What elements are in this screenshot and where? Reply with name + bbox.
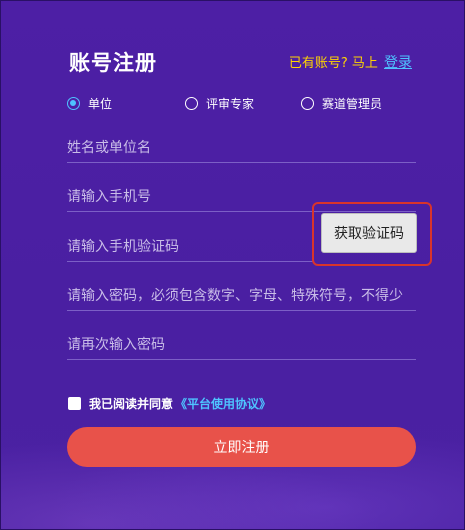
get-code-button[interactable]: 获取验证码: [321, 213, 417, 253]
login-hint-text: 已有账号? 马上: [288, 56, 378, 71]
agreement-link[interactable]: 《平台使用协议》: [175, 395, 271, 412]
password-input[interactable]: [67, 275, 416, 310]
confirm-password-input[interactable]: [67, 324, 416, 359]
name-field-wrapper: [67, 127, 416, 163]
role-radio-label: 单位: [88, 97, 113, 111]
radio-unchecked-icon: [301, 97, 314, 110]
agreement-checkbox[interactable]: [68, 397, 81, 410]
sms-code-input[interactable]: [67, 226, 313, 261]
register-panel: 账号注册 已有账号? 马上 登录 单位 评审专家 赛道管理员 获取验证码: [0, 0, 465, 530]
role-radio-unit[interactable]: 单位: [67, 95, 185, 112]
agreement-text: 我已阅读并同意: [89, 397, 174, 411]
login-hint: 已有账号? 马上 登录: [289, 52, 412, 72]
role-radio-label: 赛道管理员: [322, 97, 383, 111]
name-input[interactable]: [67, 127, 416, 162]
role-radio-label: 评审专家: [206, 97, 255, 111]
role-radio-expert[interactable]: 评审专家: [185, 95, 301, 112]
radio-checked-icon: [67, 97, 80, 110]
login-link[interactable]: 登录: [384, 55, 412, 71]
register-submit-button[interactable]: 立即注册: [67, 427, 416, 467]
role-radio-track-admin[interactable]: 赛道管理员: [301, 95, 382, 112]
role-radio-group: 单位 评审专家 赛道管理员: [67, 95, 414, 112]
agreement-row: 我已阅读并同意 《平台使用协议》: [68, 395, 271, 412]
page-title: 账号注册: [69, 51, 157, 75]
sms-code-field-wrapper: [67, 226, 313, 262]
password-field-wrapper: [67, 275, 416, 311]
confirm-password-field-wrapper: [67, 324, 416, 360]
radio-unchecked-icon: [185, 97, 198, 110]
